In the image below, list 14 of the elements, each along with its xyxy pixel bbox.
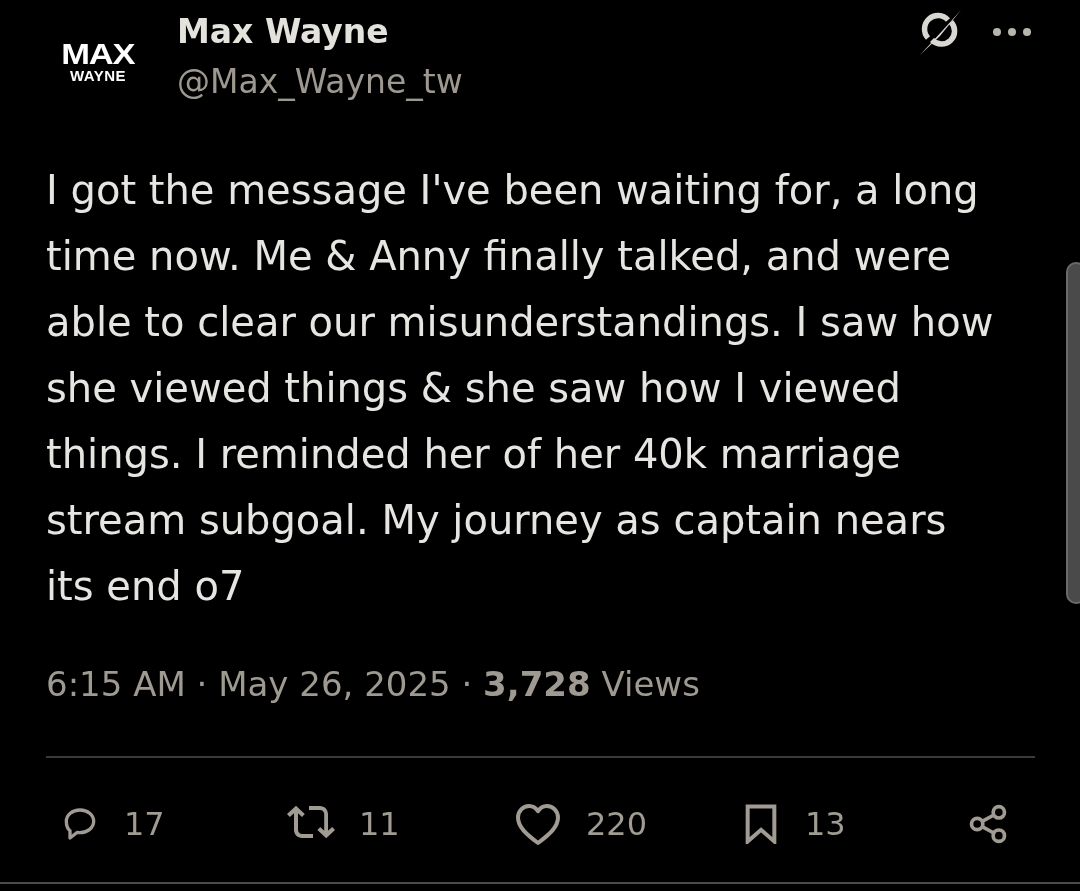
logo-subtitle: WAYNE [69, 68, 127, 84]
repost-button[interactable]: 11 [287, 802, 400, 846]
post-meta: 6:15 AM · May 26, 2025 · 3,728 Views [46, 663, 700, 706]
more-icon[interactable] [992, 27, 1032, 37]
author-name[interactable]: Max Wayne [177, 10, 463, 54]
logo-title: MAX [61, 40, 135, 68]
share-icon[interactable] [968, 804, 1008, 844]
post-text: I got the message I've been waiting for, a long time now. Me & Anny finally talked, and were able to clear our misunderstandings. I saw how she viewed things & she saw how I viewed things. I reminded her of her 40k marriage stream subgoal. My journey as captain nears its end o7 [46, 166, 995, 611]
scroll-handle[interactable] [1066, 262, 1080, 604]
heart-icon [514, 802, 562, 846]
like-button[interactable]: 220 [514, 802, 648, 846]
author-handle[interactable]: @Max_Wayne_tw [177, 60, 463, 104]
bookmark-button[interactable]: 13 [741, 804, 846, 844]
reply-button[interactable]: 17 [60, 804, 165, 844]
